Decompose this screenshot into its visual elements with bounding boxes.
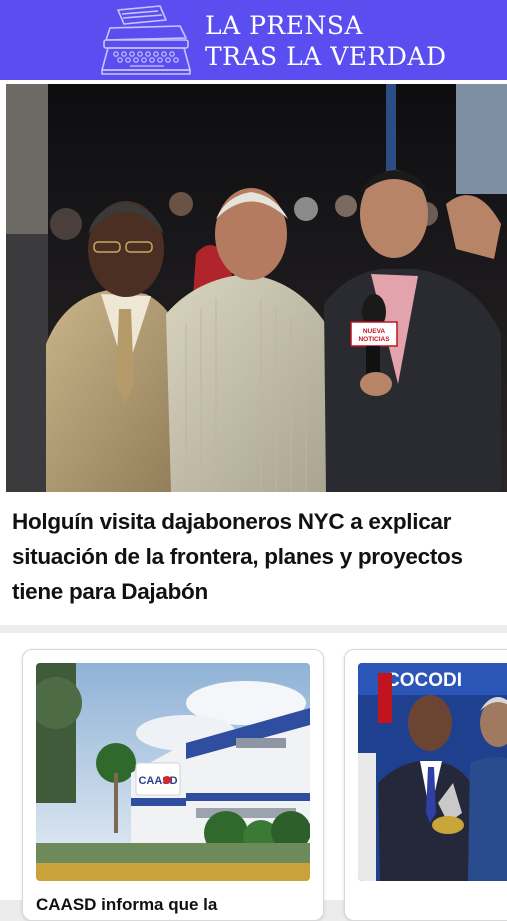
caasd-sign-text: CAASD bbox=[138, 775, 177, 787]
svg-text:NOTICIAS: NOTICIAS bbox=[358, 336, 390, 343]
cocodi-banner-text: COCODI bbox=[386, 670, 462, 691]
article-card-photo[interactable]: COCODI bbox=[358, 663, 507, 881]
typewriter-icon[interactable] bbox=[100, 4, 192, 76]
article-card-photo[interactable]: CAASD bbox=[36, 663, 310, 881]
featured-article-headline[interactable]: Holguín visita dajaboneros NYC a explica… bbox=[12, 504, 497, 609]
featured-article[interactable]: NUEVA NOTICIAS Holguín visita dajabonero… bbox=[0, 80, 507, 625]
site-title-line1: LA PRENSA bbox=[205, 11, 364, 40]
section-divider bbox=[0, 625, 507, 633]
site-title-line2: TRAS LA VERDAD bbox=[205, 42, 447, 71]
article-card[interactable]: CAASD CAASD informa que la bbox=[22, 649, 324, 921]
article-card-title[interactable]: CAASD informa que la bbox=[36, 895, 217, 915]
site-header: LA PRENSA TRAS LA VERDAD bbox=[0, 0, 507, 80]
article-card[interactable]: COCODI bbox=[344, 649, 507, 921]
featured-article-photo[interactable]: NUEVA NOTICIAS bbox=[6, 84, 507, 492]
article-carousel: CAASD CAASD informa que la COCODI bbox=[0, 633, 507, 921]
site-title[interactable]: LA PRENSA TRAS LA VERDAD bbox=[205, 10, 447, 72]
svg-text:NUEVA: NUEVA bbox=[363, 328, 386, 335]
